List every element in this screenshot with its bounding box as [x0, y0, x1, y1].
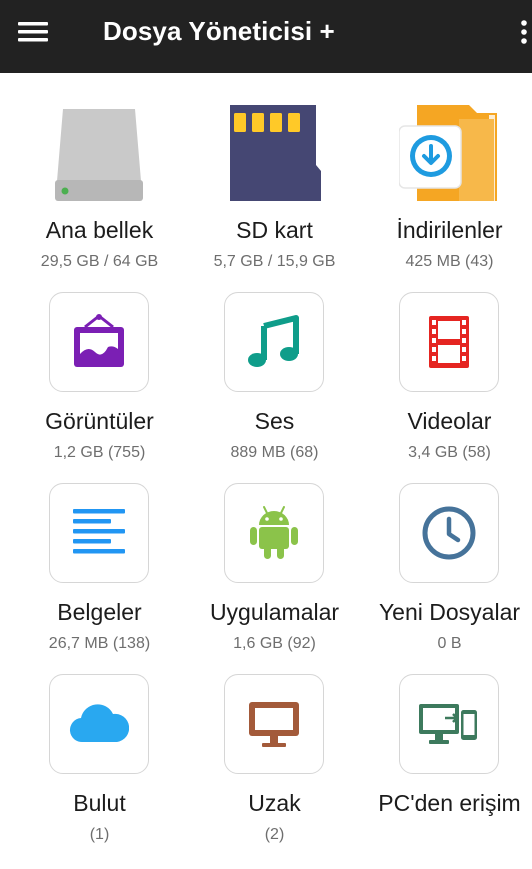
- tile-images[interactable]: Görüntüler 1,2 GB (755): [12, 264, 187, 461]
- tile-label: Ses: [254, 408, 295, 434]
- downloads-folder-icon: [398, 101, 499, 205]
- icon-box: [224, 292, 324, 392]
- tile-apps[interactable]: Uygulamalar 1,6 GB (92): [187, 455, 362, 652]
- tile-label: Videolar: [407, 408, 492, 434]
- tile-documents[interactable]: Belgeler 26,7 MB (138): [12, 455, 187, 652]
- picture-frame-icon: [74, 314, 124, 367]
- tile-label: Uzak: [248, 790, 301, 816]
- tile-audio[interactable]: Ses 889 MB (68): [187, 264, 362, 461]
- tile-remote[interactable]: Uzak (2): [187, 646, 362, 843]
- icon-box: [224, 674, 324, 774]
- tile-cloud[interactable]: Bulut (1): [12, 646, 187, 843]
- tile-downloads[interactable]: İndirilenler 425 MB (43): [362, 73, 532, 270]
- tile-label: Ana bellek: [45, 217, 154, 243]
- tile-videos[interactable]: Videolar 3,4 GB (58): [362, 264, 532, 461]
- tile-label: PC'den erişim: [378, 790, 521, 816]
- tile-label: Görüntüler: [45, 408, 154, 434]
- icon-box: [224, 483, 324, 583]
- monitor-icon: [249, 702, 299, 747]
- film-strip-icon: [429, 316, 469, 368]
- tile-count: (2): [264, 826, 285, 843]
- tile-sd-card[interactable]: SD kart 5,7 GB / 15,9 GB: [187, 73, 362, 270]
- icon-box: [399, 674, 499, 774]
- icon-box: [49, 483, 149, 583]
- tile-label: Belgeler: [57, 599, 142, 625]
- tile-label: Yeni Dosyalar: [378, 599, 521, 625]
- icon-box: [49, 674, 149, 774]
- android-icon: [250, 506, 298, 559]
- cloud-icon: [70, 704, 129, 743]
- pc-transfer-icon: [419, 704, 477, 744]
- tile-count: (1): [89, 826, 110, 843]
- tile-internal-storage[interactable]: Ana bellek 29,5 GB / 64 GB: [12, 73, 187, 270]
- storage-grid: Ana bellek 29,5 GB / 64 GB SD kart 5,7 G…: [0, 73, 532, 869]
- icon-box: [399, 483, 499, 583]
- document-lines-icon: [73, 509, 125, 554]
- app-title: Dosya Yöneticisi +: [103, 16, 335, 46]
- tile-new-files[interactable]: Yeni Dosyalar 0 B: [362, 455, 532, 652]
- tile-label: İndirilenler: [396, 217, 503, 243]
- tile-label: Uygulamalar: [209, 599, 340, 625]
- tile-label: Bulut: [73, 790, 126, 816]
- more-options-icon[interactable]: [512, 14, 532, 56]
- sd-card-icon: [224, 101, 324, 201]
- clock-icon: [422, 506, 476, 560]
- music-note-icon: [248, 315, 299, 367]
- hamburger-menu-icon[interactable]: [12, 14, 54, 56]
- icon-box: [49, 292, 149, 392]
- tile-label: SD kart: [236, 217, 313, 243]
- app-bar: Dosya Yöneticisi +: [0, 0, 532, 73]
- tile-pc-access[interactable]: PC'den erişim: [362, 646, 532, 826]
- hard-drive-icon: [49, 101, 149, 201]
- icon-box: [399, 292, 499, 392]
